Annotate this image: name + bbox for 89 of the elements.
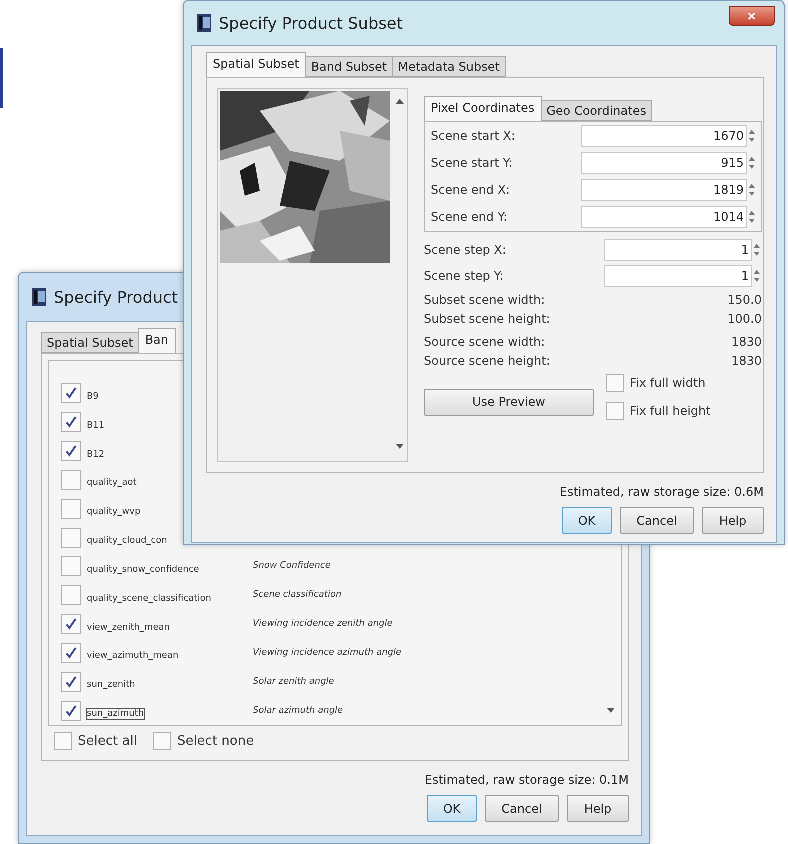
dialog-button[interactable]: Help [567, 795, 629, 822]
checkbox[interactable] [61, 672, 81, 692]
check-icon [64, 386, 78, 400]
info-value: 100.0 [728, 312, 762, 326]
scroll-up-icon[interactable] [396, 99, 404, 104]
tab[interactable]: Spatial Subset [41, 332, 140, 353]
info-value: 1830 [731, 354, 762, 368]
checkbox[interactable] [61, 614, 81, 634]
checkbox[interactable] [61, 700, 81, 721]
checkbox[interactable] [61, 470, 81, 490]
storage-size-text: Estimated, raw storage size: 0.6M [560, 485, 764, 499]
info-label: Subset scene width: [424, 292, 546, 306]
spinner-field[interactable]: 915 [581, 152, 747, 174]
field-label: Scene end Y: [431, 210, 509, 224]
tab[interactable]: Geo Coordinates [540, 100, 652, 121]
info-label: Source scene width: [424, 334, 546, 348]
dialog-button[interactable]: OK [427, 795, 477, 822]
band-name[interactable]: sun_azimuth [87, 709, 144, 720]
checkbox[interactable] [54, 732, 72, 750]
dialog-button[interactable]: OK [562, 507, 612, 534]
scroll-down-icon[interactable] [396, 444, 404, 449]
tab[interactable]: Metadata Subset [392, 56, 506, 77]
checkbox[interactable] [153, 732, 172, 750]
tab[interactable]: Pixel Coordinates [424, 96, 542, 121]
app-icon [197, 14, 213, 32]
field-label: Scene step X: [424, 243, 508, 257]
band-name[interactable]: B11 [87, 420, 105, 431]
checkbox[interactable] [61, 498, 81, 519]
info-label: Source scene height: [424, 354, 550, 368]
spinner-field[interactable]: 1014 [581, 206, 747, 228]
band-name[interactable]: B12 [87, 450, 105, 460]
check-icon [64, 415, 78, 430]
dialog-button[interactable]: Cancel [485, 795, 559, 822]
spinner-field[interactable]: 1819 [581, 179, 747, 201]
check-icon [64, 617, 78, 632]
checkbox[interactable] [61, 528, 81, 548]
tab[interactable]: Band Subset [305, 56, 394, 77]
field-label: Scene start Y: [431, 156, 514, 170]
checkbox-label[interactable]: Select none [177, 734, 254, 748]
tab[interactable]: Ban [138, 328, 176, 353]
checkbox[interactable] [606, 374, 624, 392]
checkbox[interactable] [61, 441, 81, 462]
window-edge [0, 48, 3, 108]
checkbox[interactable] [61, 556, 81, 576]
window-title: Specify Product Subset [219, 14, 404, 32]
checkbox-label[interactable]: Fix full width [630, 376, 706, 390]
band-description: Viewing incidence zenith angle [253, 619, 393, 630]
band-description: Snow Confidence [253, 561, 331, 572]
spinner-field[interactable]: 1670 [581, 125, 747, 147]
check-icon [64, 674, 78, 689]
check-icon [64, 704, 78, 718]
dialog-button[interactable]: Help [702, 507, 764, 534]
checkbox-label[interactable]: Fix full height [630, 404, 711, 418]
checkbox[interactable] [61, 412, 81, 432]
band-name[interactable]: view_azimuth_mean [87, 651, 179, 662]
checkbox[interactable] [606, 402, 624, 420]
info-label: Subset scene height: [424, 312, 550, 326]
info-value: 1830 [731, 334, 762, 348]
field-label: Scene end X: [431, 183, 512, 197]
band-name[interactable]: quality_aot [87, 478, 137, 488]
band-name[interactable]: B9 [87, 392, 99, 402]
band-name[interactable]: sun_zenith [87, 680, 136, 690]
band-description: Viewing incidence azimuth angle [253, 648, 402, 658]
checkbox[interactable] [61, 383, 81, 404]
scroll-down-icon[interactable] [607, 708, 615, 713]
band-name[interactable]: quality_scene_classification [87, 594, 212, 604]
field-label: Scene start X: [431, 129, 516, 143]
field-label: Scene step Y: [424, 269, 505, 283]
band-description: Solar zenith angle [253, 676, 334, 687]
spinner-field[interactable]: 1 [604, 265, 752, 287]
checkbox-label[interactable]: Select all [78, 734, 138, 748]
check-icon [64, 444, 78, 458]
tab[interactable]: Spatial Subset [206, 52, 306, 77]
checkbox[interactable] [61, 585, 81, 606]
app-icon [32, 288, 48, 306]
band-description: Solar azimuth angle [253, 706, 344, 716]
band-name[interactable]: quality_snow_confidence [87, 564, 200, 575]
window-title: Specify Product [54, 288, 178, 306]
band-name[interactable]: view_zenith_mean [87, 622, 170, 633]
checkbox[interactable] [61, 642, 81, 663]
use-preview-button[interactable]: Use Preview [424, 388, 594, 416]
check-icon [64, 646, 78, 660]
band-name[interactable]: quality_wvp [87, 507, 141, 518]
info-value: 150.0 [728, 292, 762, 306]
band-name[interactable]: quality_cloud_con [87, 536, 168, 546]
storage-size-text: Estimated, raw storage size: 0.1M [424, 773, 629, 787]
band-description: Scene classification [253, 590, 342, 600]
spinner-field[interactable]: 1 [604, 239, 752, 261]
dialog-button[interactable]: Cancel [620, 507, 694, 534]
